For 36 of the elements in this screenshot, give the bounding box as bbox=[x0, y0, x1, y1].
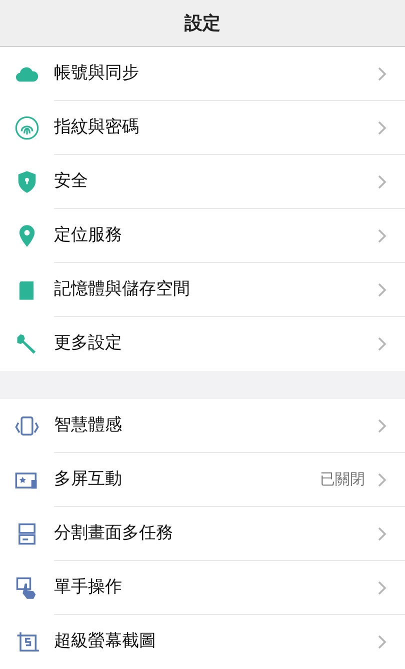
settings-item[interactable]: 更多設定 bbox=[0, 317, 405, 371]
item-label: 多屏互動 bbox=[54, 468, 123, 491]
settings-item[interactable]: 記憶體與儲存空間 bbox=[0, 263, 405, 317]
chevron-right-icon bbox=[377, 580, 387, 596]
item-label: 帳號與同步 bbox=[54, 62, 140, 85]
item-label: 超級螢幕截圖 bbox=[54, 630, 157, 654]
chevron-right-icon bbox=[377, 282, 387, 298]
item-label: 定位服務 bbox=[54, 224, 123, 247]
chevron-right-icon bbox=[377, 120, 387, 136]
item-label: 分割畫面多任務 bbox=[54, 522, 174, 545]
item-label: 指紋與密碼 bbox=[54, 116, 140, 139]
chevron-right-icon bbox=[377, 228, 387, 244]
chevron-right-icon bbox=[377, 634, 387, 650]
item-label: 更多設定 bbox=[54, 332, 123, 356]
page-title: 設定 bbox=[184, 12, 220, 36]
settings-item[interactable]: 帳號與同步 bbox=[0, 47, 405, 101]
item-label: 安全 bbox=[54, 170, 89, 193]
settings-item[interactable]: 定位服務 bbox=[0, 209, 405, 263]
item-label: 單手操作 bbox=[54, 576, 123, 599]
chevron-right-icon bbox=[377, 472, 387, 488]
chevron-right-icon bbox=[377, 526, 387, 542]
chevron-right-icon bbox=[377, 336, 387, 352]
settings-item[interactable]: 智慧體感 bbox=[0, 399, 405, 453]
item-label: 智慧體感 bbox=[54, 414, 123, 437]
chevron-right-icon bbox=[377, 66, 387, 82]
settings-item[interactable]: 指紋與密碼 bbox=[0, 101, 405, 155]
settings-item[interactable]: 分割畫面多任務 bbox=[0, 507, 405, 561]
settings-item[interactable]: 超級螢幕截圖 bbox=[0, 615, 405, 669]
chevron-right-icon bbox=[377, 418, 387, 434]
settings-item[interactable]: 安全 bbox=[0, 155, 405, 209]
item-status: 已關閉 bbox=[320, 469, 365, 490]
settings-item[interactable]: 單手操作 bbox=[0, 561, 405, 615]
item-label: 記憶體與儲存空間 bbox=[54, 278, 191, 301]
settings-item[interactable]: 多屏互動 已關閉 bbox=[0, 453, 405, 507]
chevron-right-icon bbox=[377, 174, 387, 190]
fingerprint-icon bbox=[14, 115, 40, 141]
